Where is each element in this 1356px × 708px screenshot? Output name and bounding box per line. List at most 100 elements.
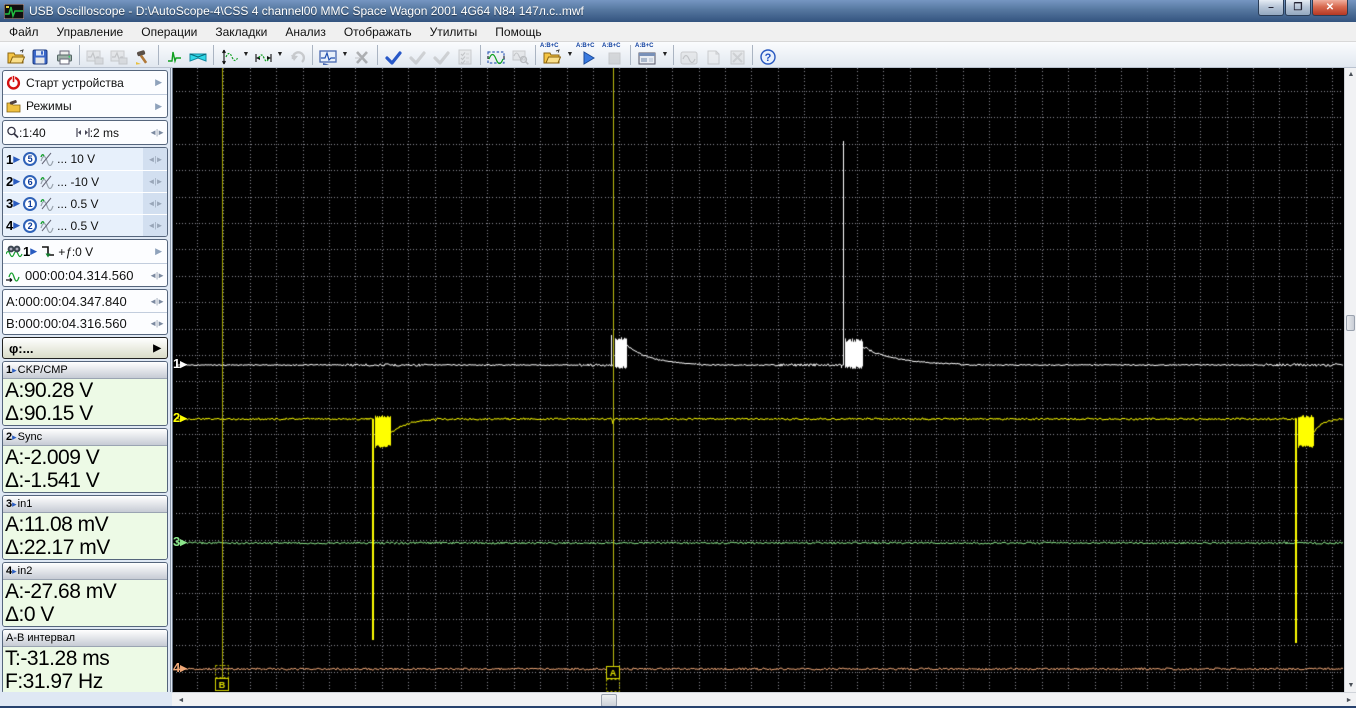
menu-Помощь[interactable]: Помощь [486, 23, 550, 41]
horizontal-scroll-thumb[interactable] [601, 694, 617, 706]
coupling-icon [40, 197, 54, 211]
coupling-icon [40, 152, 54, 166]
channel-1-marker[interactable]: 1▸ [173, 356, 187, 372]
copy-fragment-button [107, 43, 131, 67]
cursor-a-time: A:000:00:04.347.840 [6, 293, 127, 309]
channel-arrow-icon: ▶ [13, 220, 21, 230]
scroll-left-icon[interactable]: ◄ [174, 693, 188, 706]
menu-Файл[interactable]: Файл [0, 23, 48, 41]
channel-row-1[interactable]: 1 ▶ 5 ... 10 V ◄|► [3, 148, 167, 170]
channel-arrow-icon: ▸ [12, 498, 17, 509]
menu-Операции[interactable]: Операции [132, 23, 206, 41]
abc-open-button[interactable]: A:B+C [539, 43, 565, 67]
vertical-scrollbar[interactable]: ▲ ▼ [1344, 68, 1356, 692]
trigger-row[interactable]: 1 ▶ +ƒ :0 V ▶ [3, 240, 167, 263]
channel-arrow-icon: ▶ [13, 176, 21, 186]
horizontal-scale-button[interactable] [251, 43, 275, 67]
abc-panel-button[interactable]: A:B+C [634, 43, 660, 67]
dropdown-arrow-icon[interactable]: ▼ [241, 43, 251, 67]
panel-name: A-B интервал [6, 632, 76, 644]
dropdown-arrow-icon[interactable]: ▼ [660, 43, 670, 67]
scroll-up-icon[interactable]: ▲ [1345, 68, 1356, 81]
abc-caption: A:B+C [635, 42, 654, 49]
channel-stepper[interactable]: ◄|► [148, 221, 164, 230]
dropdown-arrow-icon[interactable]: ▼ [340, 43, 350, 67]
help-button[interactable]: ? [756, 43, 780, 67]
channel-2-marker[interactable]: 2▸ [173, 410, 187, 426]
scroll-down-icon[interactable]: ▼ [1345, 679, 1356, 692]
channel-number: 1 [6, 151, 14, 167]
cursor-b-row[interactable]: B:000:00:04.316.560 ◄|► [3, 312, 167, 334]
channel-stepper[interactable]: ◄|► [148, 177, 164, 186]
position-stepper[interactable]: ◄|► [149, 271, 165, 280]
restore-button[interactable]: ❐ [1285, 0, 1311, 16]
channel-row-4[interactable]: 4 ▶ 2 ... 0.5 V ◄|► [3, 214, 167, 236]
minimize-button[interactable]: – [1258, 0, 1284, 16]
channel-3-marker[interactable]: 3▸ [173, 534, 187, 550]
marker-wave-button[interactable] [186, 43, 210, 67]
coupling-icon [40, 219, 54, 233]
zoom-time-row[interactable]: :1:40 :2 ms ◄|► [3, 121, 167, 144]
measure-delta-value: Δ:90.15 V [5, 402, 93, 425]
toolbar-separator [158, 44, 159, 65]
channel-4-marker[interactable]: 4▸ [173, 660, 187, 676]
cursor-a-stepper[interactable]: ◄|► [149, 297, 165, 306]
expand-arrow-icon[interactable]: ▶ [155, 246, 162, 257]
close-button[interactable]: ✕ [1312, 0, 1348, 16]
phase-measure-button[interactable]: φ:... ▶ [2, 337, 168, 359]
confirm-2-button [405, 43, 429, 67]
tools-export-button[interactable] [131, 43, 155, 67]
menu-Утилиты[interactable]: Утилиты [421, 23, 487, 41]
confirm-button[interactable] [381, 43, 405, 67]
position-row[interactable]: 000:00:04.314.560 ◄|► [3, 263, 167, 286]
search-fragment-button [508, 43, 532, 67]
cursor-a-row[interactable]: A:000:00:04.347.840 ◄|► [3, 290, 167, 312]
toolbar-separator [377, 44, 378, 65]
toolbar-separator [673, 44, 674, 65]
measure-a-value: A:-27.68 mV [5, 580, 117, 603]
toolbar-separator [480, 44, 481, 65]
vertical-scale-button[interactable] [217, 43, 241, 67]
abc-run-button[interactable]: A:B+C [575, 43, 601, 67]
open-file-button[interactable] [4, 43, 28, 67]
title-bar: USB Oscilloscope - D:\AutoScope-4\CSS 4 … [0, 0, 1356, 22]
menu-Закладки[interactable]: Закладки [206, 23, 276, 41]
interval-t-value: T:-31.28 ms [5, 647, 110, 670]
modes-button[interactable]: Режимы ▶ [3, 94, 167, 117]
power-icon [6, 75, 21, 90]
measure-delta-value: Δ:22.17 mV [5, 536, 110, 559]
menu-Анализ[interactable]: Анализ [276, 23, 335, 41]
trigger-level: :0 V [71, 244, 94, 259]
trigger-level-prefix: +ƒ [58, 244, 72, 259]
menu-Отображать[interactable]: Отображать [335, 23, 421, 41]
vertical-scroll-thumb[interactable] [1346, 315, 1355, 331]
scope-canvas[interactable] [176, 68, 1344, 692]
print-button[interactable] [52, 43, 76, 67]
menu-Управление[interactable]: Управление [48, 23, 133, 41]
dropdown-arrow-icon[interactable]: ▼ [565, 43, 575, 67]
save-file-button[interactable] [28, 43, 52, 67]
expand-arrow-icon[interactable]: ▶ [155, 101, 162, 112]
scroll-right-icon[interactable]: ► [1342, 693, 1356, 706]
coupling-icon [40, 175, 54, 189]
dropdown-arrow-icon[interactable]: ▼ [275, 43, 285, 67]
display-mode-button[interactable] [316, 43, 340, 67]
horizontal-scrollbar[interactable]: ◄ ► [172, 692, 1356, 706]
cursor-b-stepper[interactable]: ◄|► [149, 319, 165, 328]
panel-channel-name: CKP/CMP [17, 364, 68, 376]
start-device-button[interactable]: Старт устройства ▶ [3, 71, 167, 94]
select-fragment-button[interactable] [484, 43, 508, 67]
channel-arrow-icon: ▶ [13, 198, 21, 208]
measure-panel-sync: 2 ▸ Sync A:-2.009 V Δ:-1.541 V [2, 428, 168, 493]
channel-stepper[interactable]: ◄|► [148, 155, 164, 164]
channel-number: 3 [6, 196, 14, 211]
measure-delta-value: Δ:0 V [5, 603, 54, 626]
probe-number-icon: 1 [23, 196, 38, 211]
single-pulse-button[interactable] [162, 43, 186, 67]
zoom-stepper[interactable]: ◄|► [149, 128, 165, 137]
app-window: USB Oscilloscope - D:\AutoScope-4\CSS 4 … [0, 0, 1356, 708]
channel-row-3[interactable]: 3 ▶ 1 ... 0.5 V ◄|► [3, 192, 167, 214]
channel-stepper[interactable]: ◄|► [148, 199, 164, 208]
channel-row-2[interactable]: 2 ▶ 6 ... -10 V ◄|► [3, 170, 167, 192]
expand-arrow-icon[interactable]: ▶ [155, 77, 162, 88]
